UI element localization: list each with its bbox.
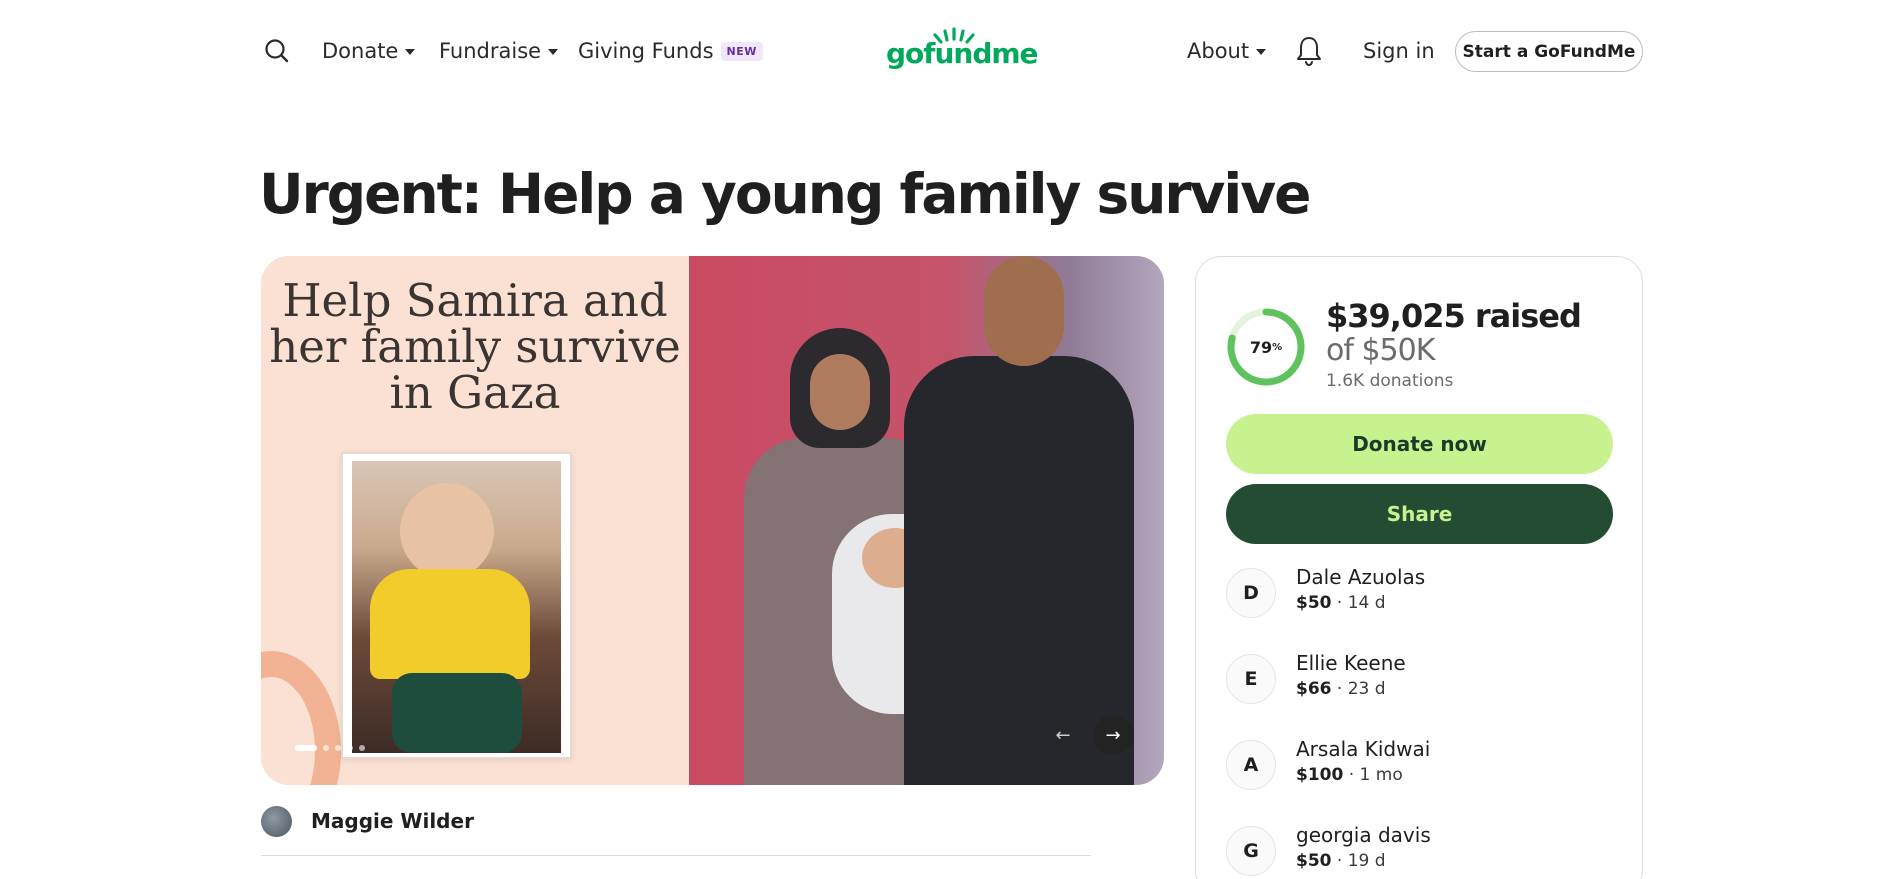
donor-name: georgia davis [1296,823,1431,847]
nav-donate[interactable]: Donate [322,36,416,66]
caret-down-icon [1256,49,1267,55]
decorative-arc [261,651,341,785]
progress-percent-suffix: % [1272,341,1283,353]
donor-time: · 23 d [1336,679,1386,699]
donor-item: G georgia davis $50 · 19 d [1226,823,1616,879]
caret-down-icon [405,49,416,55]
nav-about[interactable]: About [1187,36,1267,66]
baby-photo [352,461,561,753]
donor-amount: $66 [1296,679,1332,699]
donor-item: E Ellie Keene $66 · 23 d [1226,651,1616,707]
logo-wordmark: gofundme [886,37,1039,70]
carousel-dot[interactable] [323,745,329,751]
carousel-dot[interactable] [335,745,341,751]
search-icon [265,39,289,63]
baby-shirt-shape [370,569,530,679]
carousel-indicators [295,743,365,753]
nav-fundraise-label: Fundraise [439,39,542,63]
amount-raised: $39,025 raised [1326,297,1582,335]
donor-name: Dale Azuolas [1296,565,1426,589]
donor-time: · 19 d [1336,851,1386,871]
baby-photo-frame [341,452,572,759]
organizer-name: Maggie Wilder [311,809,474,833]
donor-meta: $50 · 14 d [1296,593,1386,613]
donor-meta: $100 · 1 mo [1296,765,1403,785]
organizer[interactable]: Maggie Wilder [261,805,474,837]
progress-percent: 79% [1226,307,1306,387]
hero-caption: Help Samira and her family survive in Ga… [269,274,681,419]
caret-down-icon [548,49,559,55]
donor-time: · 1 mo [1348,765,1403,785]
family-photo [689,256,1164,785]
donor-name: Arsala Kidwai [1296,737,1431,761]
donor-amount: $50 [1296,593,1332,613]
baby-head-shape [400,483,494,579]
donor-avatar: G [1226,826,1276,876]
new-badge: NEW [720,41,763,61]
section-divider [261,855,1091,856]
donor-meta: $66 · 23 d [1296,679,1386,699]
donor-item: D Dale Azuolas $50 · 14 d [1226,565,1616,621]
donor-avatar: D [1226,568,1276,618]
donor-amount: $50 [1296,851,1332,871]
notifications-button[interactable] [1295,35,1323,67]
progress-percent-value: 79 [1249,337,1273,357]
nav-giving-funds-label: Giving Funds [578,39,714,63]
man-figure [904,256,1134,785]
donor-item: A Arsala Kidwai $100 · 1 mo [1226,737,1616,793]
carousel-next-button[interactable]: → [1093,715,1133,755]
baby-pants-shape [392,673,522,753]
donor-time: · 14 d [1336,593,1386,613]
bell-icon [1297,37,1321,67]
carousel-prev-button[interactable]: ← [1043,715,1083,755]
woman-face-shape [810,354,870,430]
donor-avatar: E [1226,654,1276,704]
carousel-dot[interactable] [359,745,365,751]
carousel-dot[interactable] [295,745,317,751]
share-button[interactable]: Share [1226,484,1613,544]
carousel-dot[interactable] [347,745,353,751]
site-header: Donate Fundraise Giving Funds NEW gofund… [0,0,1895,102]
arrow-right-icon: → [1105,724,1121,746]
donate-now-button[interactable]: Donate now [1226,414,1613,474]
nav-giving-funds[interactable]: Giving Funds NEW [578,36,763,66]
nav-fundraise[interactable]: Fundraise [439,36,559,66]
arrow-left-icon: ← [1055,724,1071,746]
hero-graphic-panel: Help Samira and her family survive in Ga… [261,256,689,785]
donor-avatar: A [1226,740,1276,790]
donor-meta: $50 · 19 d [1296,851,1386,871]
goal-amount: of $50K [1326,333,1435,368]
search-button[interactable] [262,36,292,66]
man-head-shape [984,256,1064,366]
campaign-title: Urgent: Help a young family survive [259,162,1311,226]
nav-about-label: About [1187,39,1250,63]
donor-amount: $100 [1296,765,1344,785]
donation-card: 79% $39,025 raised of $50K 1.6K donation… [1195,256,1643,879]
nav-donate-label: Donate [322,39,399,63]
donor-name: Ellie Keene [1296,651,1406,675]
organizer-avatar [261,805,292,837]
sign-in-link[interactable]: Sign in [1363,36,1435,66]
start-gofundme-button[interactable]: Start a GoFundMe [1455,31,1643,72]
gofundme-logo[interactable]: gofundme [886,26,1039,74]
campaign-image-carousel[interactable]: Help Samira and her family survive in Ga… [261,256,1164,785]
donation-count: 1.6K donations [1326,371,1454,391]
